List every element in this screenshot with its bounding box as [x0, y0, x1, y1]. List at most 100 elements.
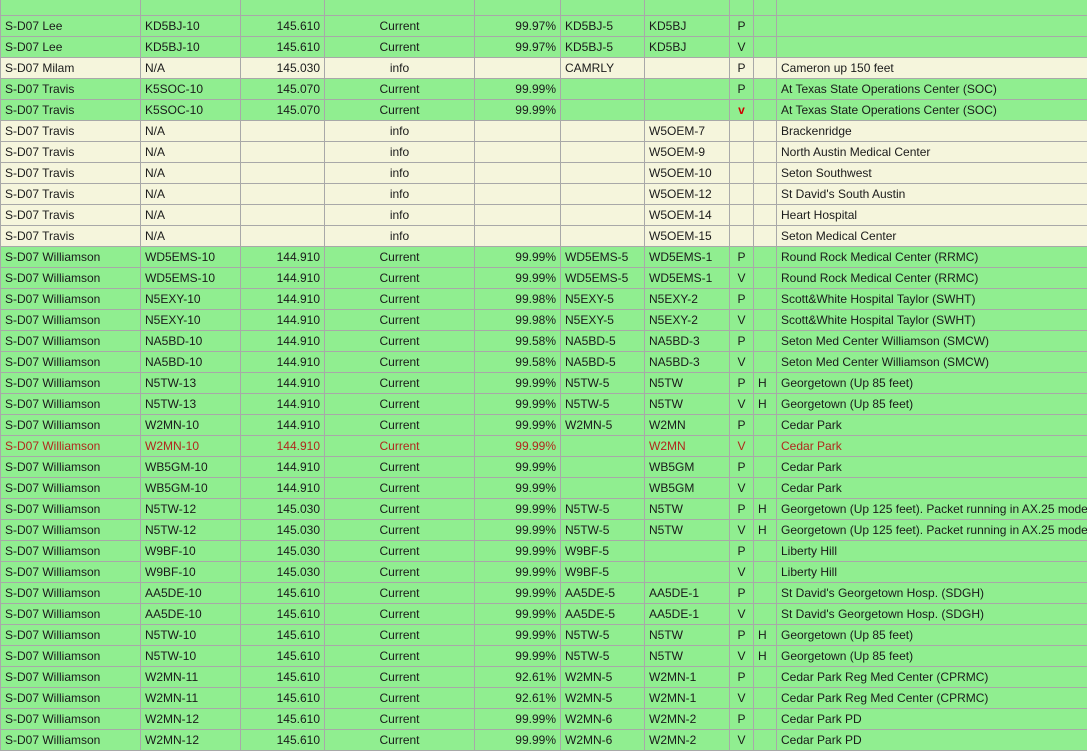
notes-cell[interactable]: Seton Med Center Williamson (SMCW) — [777, 352, 1087, 373]
frequency-cell[interactable]: 145.610 — [241, 604, 325, 625]
flag-cell[interactable]: H — [754, 625, 777, 646]
mode-cell[interactable] — [730, 142, 754, 163]
mode-cell[interactable]: P — [730, 457, 754, 478]
mode-cell[interactable] — [730, 226, 754, 247]
flag-cell[interactable]: H — [754, 394, 777, 415]
mode-cell[interactable]: v — [730, 100, 754, 121]
notes-cell[interactable]: Seton Med Center Williamson (SMCW) — [777, 331, 1087, 352]
callsign-cell[interactable]: W2MN-10 — [141, 436, 241, 457]
table-row[interactable]: S-D07 WilliamsonN5EXY-10144.910Current99… — [1, 310, 1087, 331]
table-row[interactable]: S-D07 WilliamsonW9BF-10145.030Current99.… — [1, 562, 1087, 583]
digipeater-cell[interactable] — [561, 226, 645, 247]
notes-cell[interactable]: Scott&White Hospital Taylor (SWHT) — [777, 310, 1087, 331]
frequency-cell[interactable]: 144.910 — [241, 394, 325, 415]
frequency-cell[interactable]: 144.910 — [241, 310, 325, 331]
frequency-cell[interactable] — [241, 163, 325, 184]
digipeater-cell[interactable] — [561, 0, 645, 16]
percent-cell[interactable]: 99.99% — [475, 247, 561, 268]
mode-cell[interactable] — [730, 121, 754, 142]
callsign-cell[interactable]: N/A — [141, 226, 241, 247]
flag-cell[interactable] — [754, 184, 777, 205]
digipeater-cell[interactable] — [561, 163, 645, 184]
type-cell[interactable]: Current — [325, 625, 475, 646]
site-cell[interactable]: S-D07 Williamson — [1, 436, 141, 457]
site-cell[interactable] — [1, 0, 141, 16]
callsign-cell[interactable]: N5TW-10 — [141, 646, 241, 667]
table-row[interactable]: S-D07 WilliamsonWD5EMS-10144.910Current9… — [1, 268, 1087, 289]
frequency-cell[interactable]: 144.910 — [241, 247, 325, 268]
site-cell[interactable]: S-D07 Lee — [1, 16, 141, 37]
alias-cell[interactable]: WD5EMS-1 — [645, 247, 730, 268]
alias-cell[interactable] — [645, 562, 730, 583]
mode-cell[interactable]: P — [730, 499, 754, 520]
notes-cell[interactable]: Round Rock Medical Center (RRMC) — [777, 268, 1087, 289]
flag-cell[interactable]: H — [754, 520, 777, 541]
site-cell[interactable]: S-D07 Williamson — [1, 310, 141, 331]
table-row[interactable]: S-D07 WilliamsonW2MN-11145.610Current92.… — [1, 667, 1087, 688]
notes-cell[interactable]: Georgetown (Up 85 feet) — [777, 373, 1087, 394]
frequency-cell[interactable] — [241, 142, 325, 163]
digipeater-cell[interactable] — [561, 142, 645, 163]
flag-cell[interactable]: H — [754, 646, 777, 667]
percent-cell[interactable]: 99.58% — [475, 331, 561, 352]
site-cell[interactable]: S-D07 Travis — [1, 205, 141, 226]
digipeater-cell[interactable]: KD5BJ-5 — [561, 37, 645, 58]
table-row[interactable]: S-D07 WilliamsonN5TW-13144.910Current99.… — [1, 373, 1087, 394]
flag-cell[interactable] — [754, 583, 777, 604]
site-cell[interactable]: S-D07 Williamson — [1, 541, 141, 562]
type-cell[interactable]: Current — [325, 499, 475, 520]
mode-cell[interactable]: V — [730, 562, 754, 583]
type-cell[interactable]: Current — [325, 79, 475, 100]
digipeater-cell[interactable]: WD5EMS-5 — [561, 268, 645, 289]
frequency-cell[interactable] — [241, 0, 325, 16]
mode-cell[interactable]: V — [730, 436, 754, 457]
table-row[interactable]: S-D07 WilliamsonN5TW-10145.610Current99.… — [1, 625, 1087, 646]
digipeater-cell[interactable]: WD5EMS-5 — [561, 247, 645, 268]
mode-cell[interactable]: P — [730, 331, 754, 352]
alias-cell[interactable]: W5OEM-7 — [645, 121, 730, 142]
percent-cell[interactable]: 99.99% — [475, 268, 561, 289]
mode-cell[interactable]: P — [730, 541, 754, 562]
mode-cell[interactable]: V — [730, 352, 754, 373]
notes-cell[interactable]: Cedar Park Reg Med Center (CPRMC) — [777, 688, 1087, 709]
type-cell[interactable]: Current — [325, 520, 475, 541]
digipeater-cell[interactable]: W2MN-5 — [561, 688, 645, 709]
site-cell[interactable]: S-D07 Williamson — [1, 646, 141, 667]
site-cell[interactable]: S-D07 Travis — [1, 100, 141, 121]
digipeater-cell[interactable]: W2MN-5 — [561, 667, 645, 688]
callsign-cell[interactable]: N5TW-13 — [141, 373, 241, 394]
table-row[interactable]: S-D07 TravisN/AinfoW5OEM-10Seton Southwe… — [1, 163, 1087, 184]
type-cell[interactable]: Current — [325, 352, 475, 373]
mode-cell[interactable]: P — [730, 16, 754, 37]
type-cell[interactable]: Current — [325, 667, 475, 688]
type-cell[interactable]: Current — [325, 688, 475, 709]
digipeater-cell[interactable]: W9BF-5 — [561, 541, 645, 562]
alias-cell[interactable]: N5EXY-2 — [645, 310, 730, 331]
percent-cell[interactable]: 99.99% — [475, 583, 561, 604]
percent-cell[interactable]: 99.99% — [475, 499, 561, 520]
type-cell[interactable]: info — [325, 226, 475, 247]
mode-cell[interactable]: V — [730, 37, 754, 58]
notes-cell[interactable]: Seton Medical Center — [777, 226, 1087, 247]
notes-cell[interactable]: Georgetown (Up 125 feet). Packet running… — [777, 520, 1087, 541]
mode-cell[interactable] — [730, 163, 754, 184]
frequency-cell[interactable] — [241, 184, 325, 205]
alias-cell[interactable]: KD5BJ — [645, 37, 730, 58]
table-row[interactable]: S-D07 WilliamsonWD5EMS-10144.910Current9… — [1, 247, 1087, 268]
frequency-cell[interactable]: 145.610 — [241, 16, 325, 37]
digipeater-cell[interactable]: NA5BD-5 — [561, 352, 645, 373]
site-cell[interactable]: S-D07 Travis — [1, 226, 141, 247]
table-row[interactable]: S-D07 TravisN/AinfoW5OEM-14Heart Hospita… — [1, 205, 1087, 226]
percent-cell[interactable] — [475, 226, 561, 247]
type-cell[interactable]: Current — [325, 562, 475, 583]
callsign-cell[interactable]: N/A — [141, 205, 241, 226]
type-cell[interactable]: info — [325, 163, 475, 184]
table-row[interactable]: S-D07 WilliamsonW2MN-11145.610Current92.… — [1, 688, 1087, 709]
mode-cell[interactable] — [730, 184, 754, 205]
callsign-cell[interactable]: AA5DE-10 — [141, 604, 241, 625]
frequency-cell[interactable]: 145.610 — [241, 625, 325, 646]
notes-cell[interactable]: Scott&White Hospital Taylor (SWHT) — [777, 289, 1087, 310]
percent-cell[interactable]: 99.99% — [475, 562, 561, 583]
notes-cell[interactable]: Georgetown (Up 85 feet) — [777, 646, 1087, 667]
site-cell[interactable]: S-D07 Williamson — [1, 457, 141, 478]
